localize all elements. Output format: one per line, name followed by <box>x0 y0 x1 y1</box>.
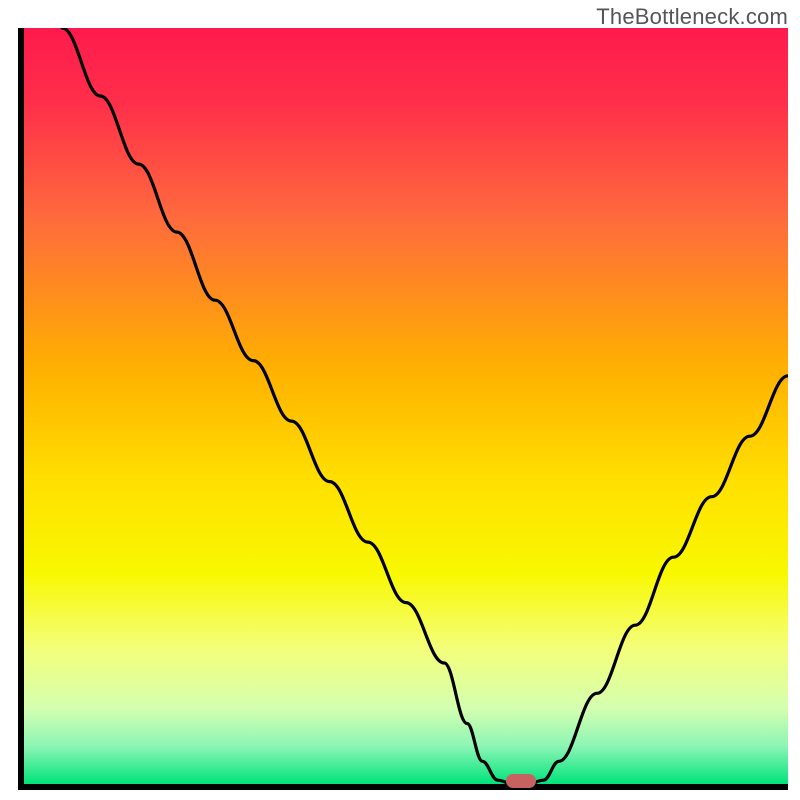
heat-gradient-background <box>24 28 788 784</box>
watermark-label: TheBottleneck.com <box>596 4 788 30</box>
plot-area <box>18 28 788 790</box>
optimal-point-marker <box>506 774 536 788</box>
chart-container: TheBottleneck.com <box>0 0 800 800</box>
